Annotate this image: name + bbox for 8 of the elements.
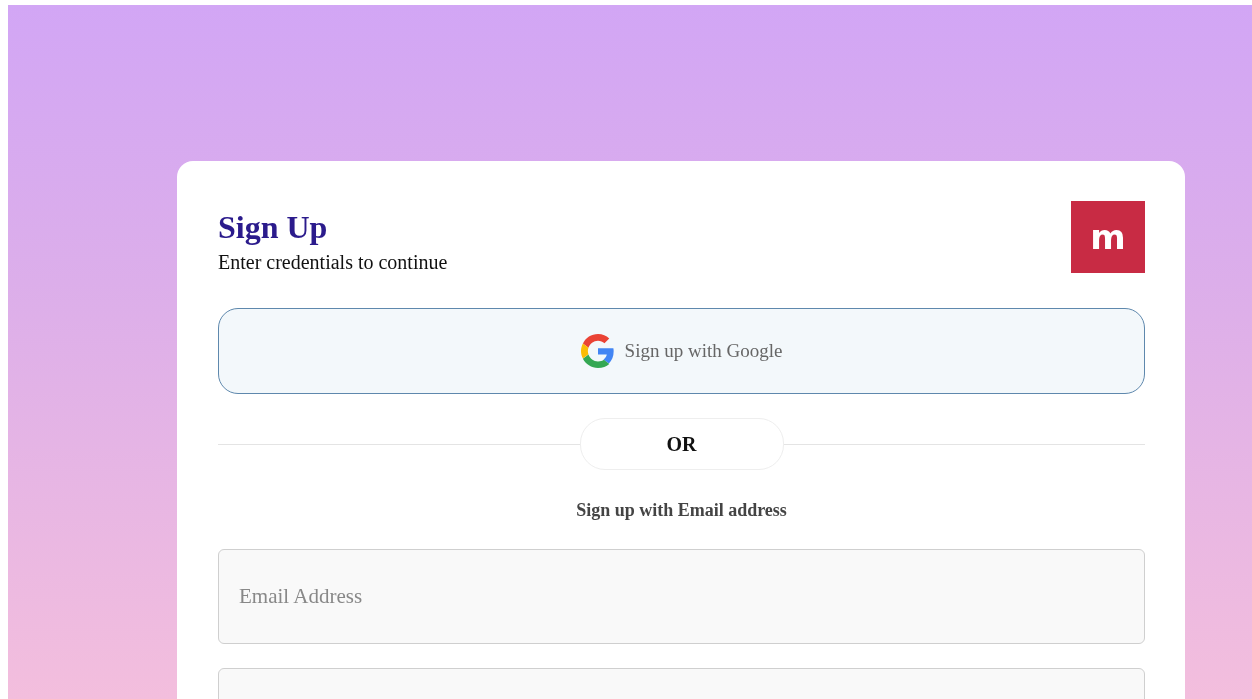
google-signup-button[interactable]: Sign up with Google: [218, 308, 1145, 394]
card-subtitle: Enter credentials to continue: [218, 251, 448, 274]
email-heading: Sign up with Email address: [575, 500, 788, 521]
input-field[interactable]: Email Address: [218, 549, 1145, 644]
logo: m: [1071, 201, 1145, 273]
card-title: Sign Up: [218, 209, 329, 245]
divider-label: OR: [579, 418, 784, 470]
google-icon: [580, 334, 615, 368]
